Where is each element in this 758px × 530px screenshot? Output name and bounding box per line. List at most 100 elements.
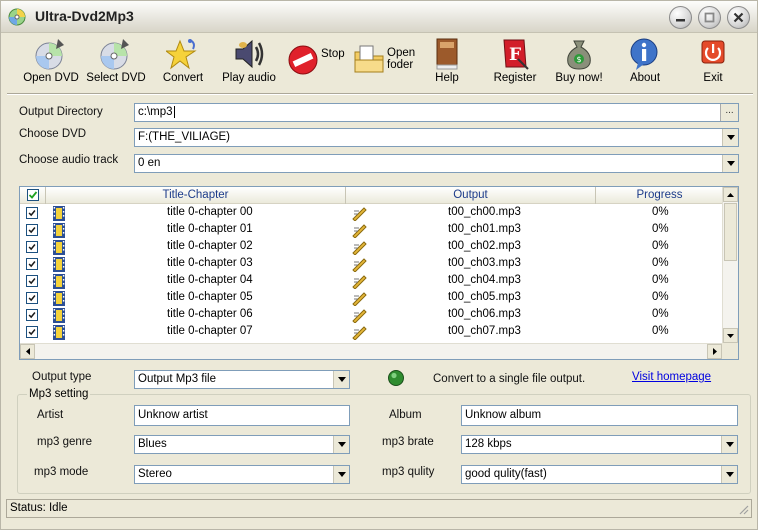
scroll-thumb[interactable] [724, 203, 737, 261]
audio-file-icon [352, 309, 367, 323]
output-type-dropdown-arrow[interactable] [333, 371, 349, 388]
mode-dropdown-arrow[interactable] [333, 466, 349, 483]
row-title: title 0-chapter 03 [167, 257, 253, 269]
visit-homepage-link[interactable]: Visit homepage [632, 371, 711, 383]
scroll-left-button[interactable] [20, 344, 35, 359]
choose-dvd-dropdown-arrow[interactable] [722, 129, 738, 146]
row-progress: 0% [652, 206, 669, 218]
table-row[interactable]: title 0-chapter 00 t00_ch00.mp3 0% [20, 205, 723, 222]
chapter-list[interactable]: Title-Chapter Output Progress title 0-ch… [19, 186, 739, 360]
about-button[interactable]: About [619, 34, 671, 90]
help-button[interactable]: Help [425, 34, 469, 90]
select-dvd-button[interactable]: Select DVD [85, 34, 147, 90]
bitrate-dropdown-arrow[interactable] [721, 436, 737, 453]
row-checkbox[interactable] [26, 292, 38, 304]
title-bar[interactable]: Ultra-Dvd2Mp3 [1, 1, 757, 33]
row-checkbox[interactable] [26, 207, 38, 219]
arrow-left-icon [25, 348, 30, 355]
row-checkbox[interactable] [26, 326, 38, 338]
list-rows: title 0-chapter 00 t00_ch00.mp3 0% title… [20, 205, 723, 341]
open-folder-button[interactable]: Open foder [351, 34, 429, 90]
row-checkbox[interactable] [26, 275, 38, 287]
row-checkbox[interactable] [26, 224, 38, 236]
quality-dropdown-arrow[interactable] [721, 466, 737, 483]
bitrate-select[interactable]: 128 kbps [461, 435, 738, 454]
open-dvd-label: Open DVD [23, 72, 79, 84]
stop-button[interactable]: Stop [285, 34, 349, 90]
exit-button[interactable]: Exit [691, 34, 735, 90]
buy-now-label: Buy now! [555, 72, 603, 84]
column-title-chapter[interactable]: Title-Chapter [46, 187, 346, 204]
quality-select[interactable]: good qulity(fast) [461, 465, 738, 484]
horizontal-scrollbar[interactable] [20, 343, 738, 359]
window-title: Ultra-Dvd2Mp3 [35, 8, 134, 24]
table-row[interactable]: title 0-chapter 07 t00_ch07.mp3 0% [20, 324, 723, 341]
audio-track-dropdown-arrow[interactable] [722, 155, 738, 172]
table-row[interactable]: title 0-chapter 04 t00_ch04.mp3 0% [20, 273, 723, 290]
buy-now-button[interactable]: $ Buy now! [551, 34, 607, 90]
vertical-scrollbar[interactable] [722, 187, 738, 343]
row-progress: 0% [652, 325, 669, 337]
genre-select[interactable]: Blues [134, 435, 350, 454]
row-checkbox[interactable] [26, 241, 38, 253]
genre-dropdown-arrow[interactable] [333, 436, 349, 453]
table-row[interactable]: title 0-chapter 05 t00_ch05.mp3 0% [20, 290, 723, 307]
scroll-right-button[interactable] [707, 344, 722, 359]
header-select-all[interactable] [20, 187, 46, 204]
scroll-down-button[interactable] [723, 328, 738, 343]
convert-button[interactable]: Convert [157, 34, 209, 90]
status-bar: Status: Idle [6, 499, 752, 518]
bitrate-value: 128 kbps [465, 438, 512, 450]
row-checkbox[interactable] [26, 258, 38, 270]
album-input[interactable]: Unknow album [461, 405, 738, 426]
output-dir-label: Output Directory [19, 106, 103, 118]
column-output[interactable]: Output [346, 187, 596, 204]
close-button[interactable] [727, 6, 750, 29]
play-audio-button[interactable]: Play audio [221, 34, 277, 90]
column-progress[interactable]: Progress [596, 187, 723, 204]
arrow-right-icon [712, 348, 717, 355]
chevron-down-icon [726, 161, 735, 166]
open-dvd-button[interactable]: Open DVD [21, 34, 81, 90]
row-output: t00_ch07.mp3 [448, 325, 521, 337]
play-audio-label: Play audio [222, 72, 276, 84]
film-icon [53, 325, 65, 340]
mode-value: Stereo [138, 468, 172, 480]
browse-button[interactable]: ... [720, 104, 738, 121]
register-button[interactable]: F Register [485, 34, 545, 90]
output-dir-input[interactable]: c:\mp3​ ... [134, 103, 739, 122]
film-icon [53, 308, 65, 323]
register-form-icon: F [503, 39, 529, 70]
resize-grip-icon[interactable] [737, 503, 749, 515]
output-type-label: Output type [32, 371, 92, 383]
row-progress: 0% [652, 291, 669, 303]
row-output: t00_ch06.mp3 [448, 308, 521, 320]
row-checkbox[interactable] [26, 309, 38, 321]
audio-track-value: 0 en [138, 157, 161, 169]
toolbar: Open DVD Select DVD Convert Play audio S… [7, 34, 753, 92]
chevron-down-icon [726, 135, 735, 140]
row-title: title 0-chapter 07 [167, 325, 253, 337]
single-file-toggle-icon[interactable] [387, 369, 405, 387]
quality-value: good qulity(fast) [465, 468, 547, 480]
table-row[interactable]: title 0-chapter 01 t00_ch01.mp3 0% [20, 222, 723, 239]
table-row[interactable]: title 0-chapter 06 t00_ch06.mp3 0% [20, 307, 723, 324]
choose-dvd-value: F:(THE_VILIAGE) [138, 131, 231, 143]
stop-label: Stop [321, 48, 345, 60]
artist-input[interactable]: Unknow artist [134, 405, 350, 426]
select-all-checkbox-icon[interactable] [26, 189, 39, 201]
money-bag-icon: $ [567, 40, 591, 70]
minimize-button[interactable] [669, 6, 692, 29]
choose-dvd-select[interactable]: F:(THE_VILIAGE) [134, 128, 739, 147]
audio-file-icon [352, 207, 367, 221]
audio-track-select[interactable]: 0 en [134, 154, 739, 173]
svg-text:F: F [509, 45, 521, 65]
output-type-value: Output Mp3 file [138, 373, 216, 385]
mode-select[interactable]: Stereo [134, 465, 350, 484]
maximize-button[interactable] [698, 6, 721, 29]
output-type-select[interactable]: Output Mp3 file [134, 370, 350, 389]
stop-sign-icon [288, 45, 318, 75]
scroll-up-button[interactable] [723, 187, 738, 202]
table-row[interactable]: title 0-chapter 03 t00_ch03.mp3 0% [20, 256, 723, 273]
table-row[interactable]: title 0-chapter 02 t00_ch02.mp3 0% [20, 239, 723, 256]
